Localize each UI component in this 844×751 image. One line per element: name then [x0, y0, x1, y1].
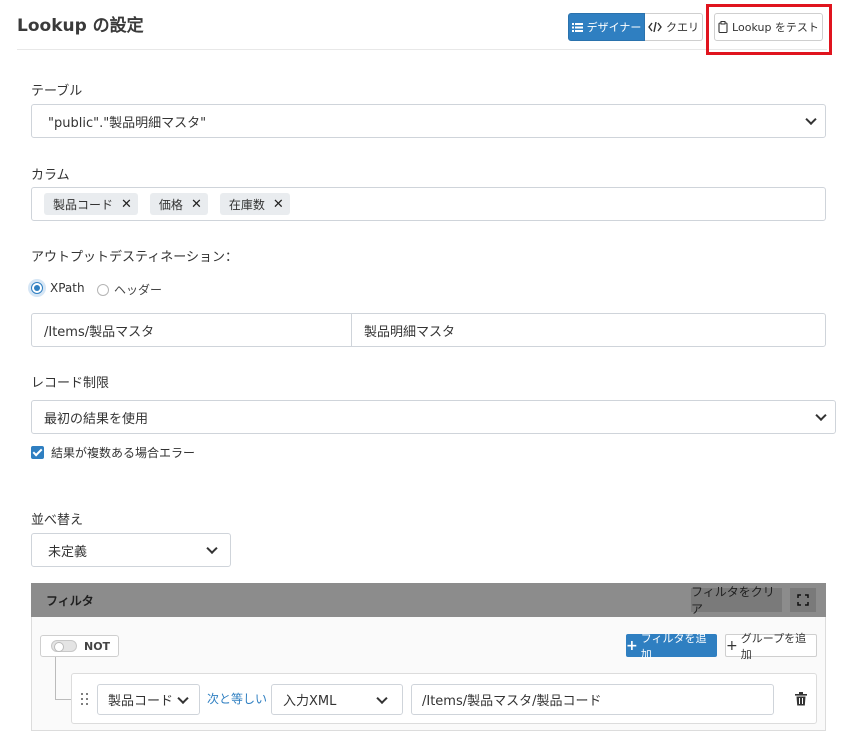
chevron-down-icon [815, 409, 827, 422]
remove-chip-icon[interactable]: ✕ [273, 197, 284, 212]
add-filter-button[interactable]: + フィルタを追加 [626, 632, 717, 661]
designer-label: デザイナー [586, 21, 642, 34]
clear-filter-button[interactable]: フィルタをクリア [691, 585, 782, 616]
destination-name-input[interactable]: 製品明細マスタ [351, 313, 826, 347]
rule-source-select[interactable]: 入力XML [271, 684, 403, 715]
list-icon [571, 22, 583, 32]
expand-button[interactable] [790, 588, 816, 612]
radio-xpath-label: XPath [50, 281, 85, 295]
column-chip-label: 価格 [158, 197, 183, 212]
add-group-button[interactable]: + グループを追加 [725, 632, 817, 661]
annotation-highlight-box [706, 4, 832, 55]
rule-value-text: /Items/製品マスタ/製品コード [422, 694, 602, 709]
trash-icon[interactable] [795, 692, 807, 706]
query-button[interactable]: クエリ [645, 13, 703, 41]
radio-header-indicator [97, 283, 109, 296]
rule-value-input[interactable]: /Items/製品マスタ/製品コード [411, 684, 774, 715]
not-label: NOT [84, 639, 111, 653]
radio-xpath[interactable]: XPath [28, 279, 85, 297]
chevron-down-icon [805, 113, 817, 126]
expand-icon [797, 594, 809, 606]
record-limit-select[interactable]: 最初の結果を使用 [31, 400, 836, 434]
page-title: Lookup の設定 [17, 16, 144, 36]
filter-title: フィルタ [46, 593, 94, 608]
column-chip: 製品コード ✕ [44, 193, 138, 215]
chevron-down-icon [177, 692, 189, 704]
column-chip-label: 在庫数 [228, 197, 265, 212]
rule-field-select[interactable]: 製品コード [97, 684, 200, 715]
rule-operator-link[interactable]: 次と等しい [207, 690, 267, 707]
radio-header[interactable]: ヘッダー [97, 281, 162, 298]
toggle-switch[interactable] [51, 640, 77, 652]
radio-header-label: ヘッダー [114, 283, 163, 297]
chevron-down-icon [206, 542, 218, 555]
record-limit-label: レコード制限 [31, 376, 110, 391]
checkbox-checked-icon [31, 446, 44, 459]
sort-label: 並べ替え [31, 513, 84, 528]
add-group-label: グループを追加 [740, 631, 807, 661]
query-label: クエリ [666, 21, 699, 34]
remove-chip-icon[interactable]: ✕ [191, 197, 202, 212]
xpath-input-value: /Items/製品マスタ [44, 324, 155, 340]
xpath-input[interactable]: /Items/製品マスタ [31, 313, 352, 347]
record-limit-value: 最初の結果を使用 [44, 411, 149, 427]
remove-chip-icon[interactable]: ✕ [121, 197, 132, 212]
table-select[interactable]: "public"."製品明細マスタ" [31, 104, 826, 138]
code-icon [648, 22, 662, 32]
destination-name-value: 製品明細マスタ [364, 324, 456, 340]
table-select-value: "public"."製品明細マスタ" [48, 115, 207, 131]
sort-select[interactable]: 未定義 [31, 533, 231, 567]
rule-source-value: 入力XML [283, 694, 337, 709]
rule-field-value: 製品コード [108, 694, 174, 709]
column-multiselect[interactable]: 製品コード ✕ 価格 ✕ 在庫数 ✕ [31, 187, 826, 221]
column-chip-label: 製品コード [53, 197, 114, 212]
radio-xpath-indicator [28, 279, 46, 297]
column-chip: 価格 ✕ [149, 193, 208, 215]
designer-button[interactable]: デザイナー [568, 13, 645, 41]
column-label: カラム [31, 168, 70, 183]
tree-connector [55, 657, 72, 700]
plus-icon: + [626, 637, 638, 654]
output-destination-label: アウトプットデスティネーション： [31, 250, 238, 265]
checkbox-label: 結果が複数ある場合エラー [51, 446, 196, 460]
sort-select-value: 未定義 [48, 544, 88, 560]
add-filter-label: フィルタを追加 [640, 631, 707, 661]
error-on-multiple-checkbox[interactable]: 結果が複数ある場合エラー [31, 444, 195, 461]
drag-handle-icon[interactable] [80, 692, 90, 706]
clear-filter-label: フィルタをクリア [691, 585, 775, 616]
plus-icon: + [726, 637, 738, 654]
table-label: テーブル [31, 84, 83, 99]
chevron-down-icon [376, 692, 388, 704]
not-toggle[interactable]: NOT [40, 635, 119, 657]
column-chip: 在庫数 ✕ [219, 193, 290, 215]
